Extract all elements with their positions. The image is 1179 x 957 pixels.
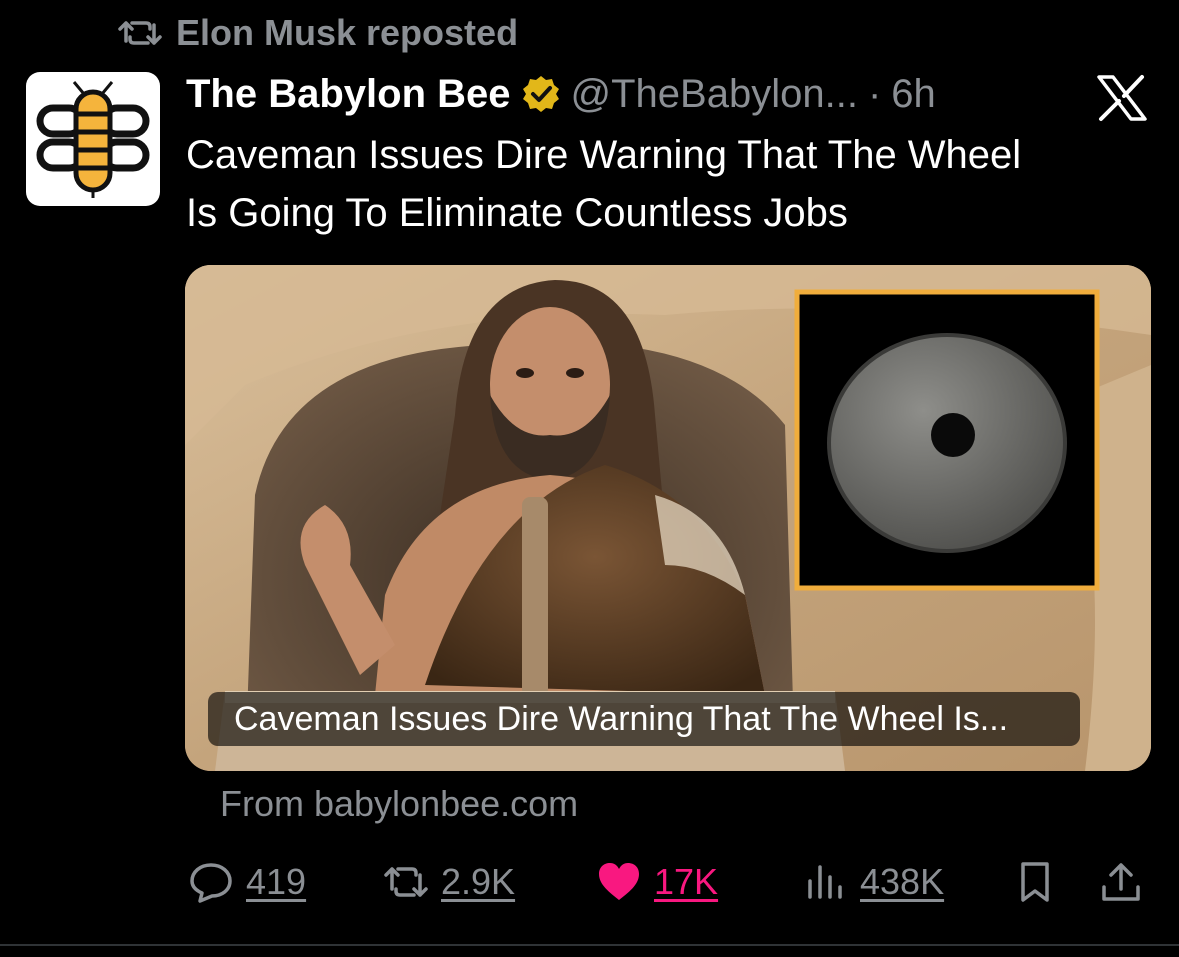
heart-icon [599,863,639,900]
reply-count: 419 [246,861,307,902]
repost-label: Elon Musk reposted [176,12,519,53]
repost-button[interactable]: 2.9K [383,852,515,912]
link-card[interactable]: Caveman Issues Dire Warning That The Whe… [185,265,1151,771]
views-count: 438K [860,861,945,902]
like-count: 17K [654,861,719,902]
bee-logo-icon [36,81,150,198]
bookmark-icon [1021,862,1049,902]
repost-context[interactable]: Elon Musk reposted [118,10,518,56]
share-button[interactable] [1098,852,1144,912]
post-header: The Babylon Bee @TheBabylon... · 6h [186,68,936,120]
repost-count: 2.9K [441,861,516,902]
x-logo-icon [1097,75,1147,121]
views-icon [808,865,842,899]
repost-icon [384,867,428,897]
share-icon [1102,863,1140,901]
post-text-line-1: Caveman Issues Dire Warning That The Whe… [186,133,1022,177]
reply-icon [190,863,232,903]
avatar[interactable] [26,72,160,206]
bookmark-button[interactable] [1012,852,1058,912]
card-source[interactable]: From babylonbee.com [220,783,578,825]
post-time[interactable]: 6h [891,72,936,117]
repost-icon [118,21,162,45]
post-text: Caveman Issues Dire Warning That The Whe… [186,126,1146,242]
handle[interactable]: @TheBabylon... [571,72,858,117]
verified-badge-icon [522,76,559,112]
separator-dot: · [867,71,882,116]
post-text-line-2: Is Going To Eliminate Countless Jobs [186,191,848,235]
action-bar: 419 2.9K 17K 438K [188,852,1148,912]
reply-button[interactable]: 419 [188,852,306,912]
display-name[interactable]: The Babylon Bee [186,72,511,117]
card-title: Caveman Issues Dire Warning That The Whe… [208,692,1080,746]
like-button[interactable]: 17K [596,852,718,912]
views-button[interactable]: 438K [802,852,944,912]
divider [0,944,1179,946]
